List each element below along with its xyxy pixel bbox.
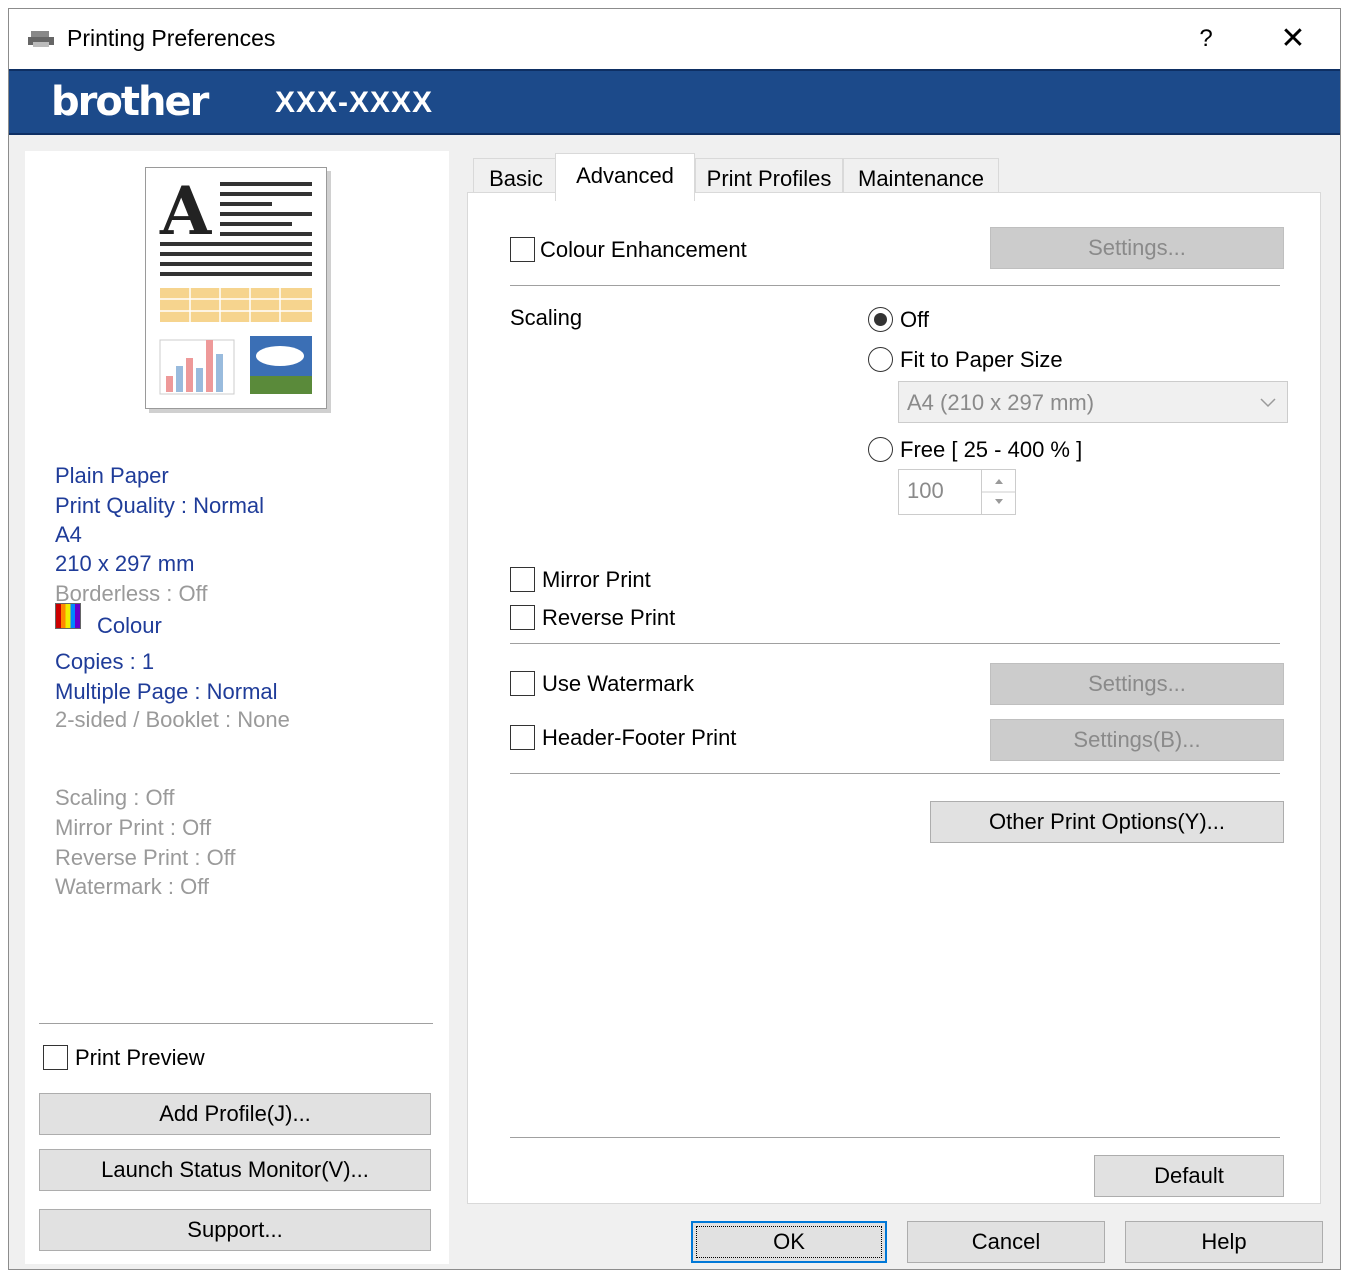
mirror-print-checkbox[interactable] (510, 567, 535, 592)
summary-reverse: Reverse Print : Off (55, 845, 236, 870)
printer-icon (28, 31, 54, 47)
reverse-print-checkbox[interactable] (510, 605, 535, 630)
scaling-off-radio[interactable] (868, 307, 893, 332)
summary-multiple-page: Multiple Page : Normal (55, 679, 278, 704)
help-title-button[interactable]: ? (1189, 21, 1223, 57)
mirror-print-label: Mirror Print (542, 567, 651, 592)
colour-settings-button[interactable]: Settings... (990, 227, 1284, 269)
reverse-print-label: Reverse Print (542, 605, 676, 630)
focus-ring (696, 1226, 882, 1258)
divider (510, 1137, 1280, 1139)
svg-text:A: A (159, 172, 212, 250)
free-scaling-value: 100 (907, 478, 944, 503)
title-bar: Printing Preferences ? ✕ (9, 9, 1340, 69)
scaling-label: Scaling (510, 305, 583, 330)
printer-model: XXX-XXXX (275, 86, 434, 119)
close-button[interactable]: ✕ (1275, 21, 1311, 57)
support-button[interactable]: Support... (39, 1209, 431, 1251)
header-footer-checkbox[interactable] (510, 725, 535, 750)
print-preview-checkbox[interactable] (43, 1045, 68, 1070)
header-footer-label: Header-Footer Print (542, 725, 737, 750)
colour-enhancement-label: Colour Enhancement (540, 237, 747, 262)
colour-enhancement-checkbox[interactable] (510, 237, 535, 262)
header-footer-settings-button[interactable]: Settings(B)... (990, 719, 1284, 761)
summary-dimensions: 210 x 297 mm (55, 551, 195, 576)
brother-logo: brother (51, 79, 209, 125)
page-preview-image: A (145, 167, 327, 409)
summary-two-sided: 2-sided / Booklet : None (55, 707, 290, 732)
settings-summary-panel: A Plain Paper Print Quality: Normal A4 … (25, 151, 449, 1264)
other-print-options-button[interactable]: Other Print Options(Y)... (930, 801, 1284, 843)
advanced-tab-panel: Colour Enhancement Settings... Scaling O… (467, 192, 1321, 1204)
summary-scaling: Scaling : Off (55, 785, 175, 810)
add-profile-button[interactable]: Add Profile(J)... (39, 1093, 431, 1135)
summary-size: A4 (55, 522, 82, 547)
default-button[interactable]: Default (1094, 1155, 1284, 1197)
cancel-button[interactable]: Cancel (907, 1221, 1105, 1263)
window-title: Printing Preferences (67, 25, 276, 51)
colour-icon (55, 603, 81, 629)
printing-preferences-window: Printing Preferences ? ✕ brother XXX-XXX… (8, 8, 1341, 1270)
left-divider (39, 1023, 433, 1025)
summary-colour: Colour (97, 613, 162, 638)
summary-watermark: Watermark : Off (55, 874, 210, 899)
divider (510, 773, 1280, 775)
stepper-arrows[interactable] (981, 470, 1016, 514)
scaling-off-label: Off (900, 307, 929, 332)
divider (510, 643, 1280, 645)
fit-to-paper-label: Fit to Paper Size (900, 347, 1063, 372)
paper-size-select[interactable]: A4 (210 x 297 mm) (898, 381, 1288, 423)
page-preview-graphic: A (159, 172, 312, 395)
fit-to-paper-radio[interactable] (868, 347, 893, 372)
free-scaling-stepper[interactable]: 100 (898, 469, 1016, 515)
free-scaling-label: Free [ 25 - 400 % ] (900, 437, 1083, 462)
launch-status-monitor-button[interactable]: Launch Status Monitor(V)... (39, 1149, 431, 1191)
summary-quality: Print Quality : Normal (55, 493, 265, 518)
watermark-settings-button[interactable]: Settings... (990, 663, 1284, 705)
ok-button[interactable]: OK (691, 1221, 887, 1263)
help-button[interactable]: Help (1125, 1221, 1323, 1263)
use-watermark-label: Use Watermark (542, 671, 694, 696)
divider (510, 285, 1280, 287)
chevron-down-icon (1260, 398, 1276, 408)
paper-size-value: A4 (210 x 297 mm) (907, 390, 1095, 415)
tab-advanced[interactable]: Advanced (555, 153, 695, 201)
summary-copies: Copies : 1 (55, 649, 155, 674)
free-scaling-radio[interactable] (868, 437, 893, 462)
summary-mirror: Mirror Print : Off (55, 815, 212, 840)
brand-header: brother XXX-XXXX (9, 69, 1340, 135)
print-preview-label: Print Preview (75, 1045, 205, 1070)
summary-media: Plain Paper (55, 463, 169, 488)
use-watermark-checkbox[interactable] (510, 671, 535, 696)
stepper-arrows-icon (982, 479, 1016, 504)
